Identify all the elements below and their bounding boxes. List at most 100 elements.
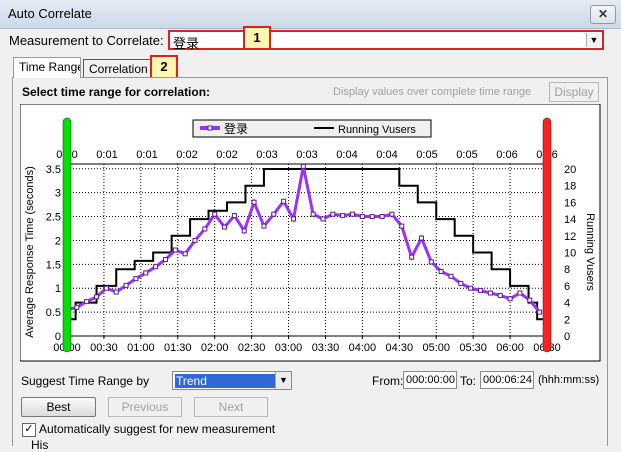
x-tick-label: 01:00 [127, 342, 155, 354]
y-tick-label: 3.5 [46, 164, 61, 176]
y2-tick-label: 6 [564, 281, 570, 293]
data-point [359, 214, 365, 220]
data-point [478, 288, 484, 294]
callout-2: 2 [150, 55, 178, 79]
x-tick-label: 05:30 [459, 342, 487, 354]
x-tick-label: 02:30 [238, 342, 266, 354]
y2-tick-label: 4 [564, 298, 570, 310]
panel-heading: Select time range for correlation: [22, 85, 211, 99]
data-point [507, 296, 513, 302]
data-point [261, 223, 267, 229]
data-point [389, 211, 395, 217]
data-point [497, 292, 503, 298]
data-point [330, 211, 336, 217]
y2-tick-label: 14 [564, 214, 576, 226]
y-axis-label: Average Response Time (seconds) [24, 166, 36, 338]
y2-tick-label: 0 [564, 331, 570, 343]
legend-marker-login [207, 125, 213, 131]
data-point [527, 297, 533, 303]
y-tick-label: 2.5 [46, 212, 61, 224]
data-point [162, 257, 168, 263]
data-point [202, 226, 208, 232]
x-tick-label: 02:00 [201, 342, 229, 354]
data-point [281, 198, 287, 204]
data-point [350, 211, 356, 217]
data-point [517, 290, 523, 296]
data-point [438, 269, 444, 274]
close-button[interactable]: ✕ [590, 5, 616, 24]
auto-suggest-label: Automatically suggest for new measuremen… [39, 422, 276, 436]
data-point [153, 264, 159, 270]
tab-correlation-options[interactable]: Correlation O [83, 59, 153, 79]
previous-button[interactable]: Previous [108, 397, 182, 417]
suggest-label: Suggest Time Range by [21, 374, 150, 388]
x-top-tick-label: 0:04 [376, 149, 397, 161]
data-point [271, 211, 277, 217]
x-tick-label: 03:30 [312, 342, 340, 354]
legend-label-running-vusers: Running Vusers [338, 124, 416, 136]
y-tick-label: 0 [55, 331, 61, 343]
data-point [212, 211, 218, 217]
data-point [192, 237, 198, 243]
time-format-hint: (hhh:mm:ss) [538, 374, 600, 386]
x-top-tick-label: 0:01 [136, 149, 157, 161]
chevron-down-icon[interactable]: ▼ [275, 372, 291, 389]
suggest-value: Trend [175, 374, 276, 388]
close-icon: ✕ [597, 7, 609, 21]
y2-tick-label: 18 [564, 181, 576, 193]
data-point [133, 276, 139, 282]
data-point [172, 247, 178, 253]
y2-tick-label: 10 [564, 248, 576, 260]
data-point [310, 211, 316, 217]
x-tick-label: 04:30 [386, 342, 414, 354]
tab-time-range[interactable]: Time Range [13, 57, 81, 78]
y-tick-label: 1.5 [46, 259, 61, 271]
y2-axis-label: Running Vusers [584, 213, 596, 291]
y2-tick-label: 12 [564, 231, 576, 243]
from-input[interactable]: 000:00:00 [403, 371, 457, 389]
y2-tick-label: 20 [564, 164, 576, 176]
data-point [487, 290, 493, 296]
data-point [94, 294, 100, 300]
measurement-label: Measurement to Correlate: [9, 33, 164, 48]
chevron-down-icon[interactable]: ▼ [586, 33, 601, 47]
callout-1: 1 [243, 26, 271, 50]
to-label: To: [460, 374, 477, 388]
window-title: Auto Correlate [8, 6, 92, 21]
title-bar: Auto Correlate ✕ [0, 0, 621, 29]
range-marker-handle [62, 117, 72, 353]
data-point [418, 235, 424, 241]
x-top-tick-label: 0:04 [336, 149, 357, 161]
data-point [103, 285, 109, 291]
data-point [231, 213, 237, 219]
suggest-dropdown[interactable]: Trend ▼ [172, 371, 292, 390]
best-button[interactable]: Best [21, 397, 96, 417]
data-point [320, 216, 326, 222]
x-top-tick-label: 0:06 [496, 149, 517, 161]
auto-suggest-checkbox[interactable]: ✓ [22, 423, 36, 437]
x-top-tick-label: 0:03 [256, 149, 277, 161]
next-button[interactable]: Next [194, 397, 268, 417]
data-point [222, 224, 228, 230]
measurement-value: 登录 [173, 36, 200, 51]
data-point [369, 214, 375, 220]
y-tick-label: 0.5 [46, 307, 61, 319]
data-point [458, 280, 464, 286]
data-point [537, 309, 543, 315]
display-values-label: Display values over complete time range [333, 86, 532, 98]
range-marker-handle [542, 117, 552, 353]
measurement-combo[interactable]: 登录 ▼ [168, 30, 604, 51]
x-top-tick-label: 0:05 [456, 149, 477, 161]
display-button[interactable]: Display [549, 82, 599, 102]
data-point [399, 223, 405, 229]
data-point [300, 163, 306, 169]
correlation-chart: 00:0000:3001:0001:3002:0002:3003:0003:30… [20, 104, 601, 362]
data-point [340, 213, 346, 219]
x-top-tick-label: 0:02 [176, 149, 197, 161]
x-tick-label: 00:30 [90, 342, 118, 354]
data-point [113, 289, 119, 295]
data-point [74, 304, 80, 310]
x-tick-label: 01:30 [164, 342, 192, 354]
x-tick-label: 06:00 [496, 342, 524, 354]
to-input[interactable]: 000:06:24 [480, 371, 534, 389]
